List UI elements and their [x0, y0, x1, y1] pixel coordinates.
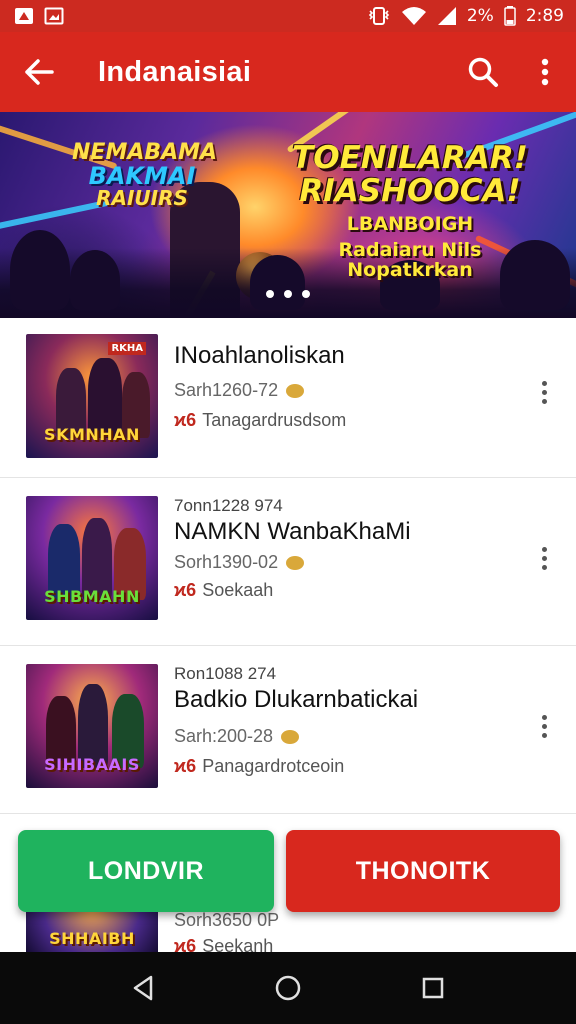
item-more-button[interactable]: [532, 538, 556, 578]
list-item[interactable]: RKHA SKMNHAN INoahlanoliskan Sarh1260-72…: [0, 318, 576, 478]
more-dot: [541, 564, 547, 570]
primary-action-button[interactable]: LONDVIR: [18, 830, 274, 912]
carousel-indicator[interactable]: [0, 290, 576, 298]
battery-percent: 2%: [466, 6, 494, 26]
item-code: Sarh:200-28: [174, 726, 274, 746]
tag-text: Tanagardrusdsom: [202, 410, 347, 430]
item-title: NAMKN WanbaKhaMi: [174, 518, 411, 545]
item-subtitle: Sorh1390-02: [174, 552, 305, 573]
wifi-icon: [401, 6, 427, 26]
thumb-logo: SIHIBAAIS: [44, 755, 140, 774]
medal-icon: [286, 555, 305, 570]
medal-icon: [286, 383, 305, 398]
signal-icon: [437, 6, 457, 26]
status-left: [14, 7, 64, 25]
gallery-icon: [44, 7, 64, 25]
nav-back-button[interactable]: [113, 958, 173, 1018]
overflow-menu-icon: [541, 58, 549, 86]
more-dot: [541, 555, 547, 561]
page-title: Indanaisiai: [98, 55, 252, 88]
item-tag: ϰ6 Panagardrotceoin: [174, 756, 344, 777]
vibrate-icon: [367, 7, 391, 25]
banner-right-line-3: LBANBOIGH: [346, 213, 474, 236]
list-item[interactable]: SHBMAHN 7onn1228 974 NAMKN WanbaKhaMi So…: [0, 478, 576, 646]
item-tag: ϰ6 Tanagardrusdsom: [174, 410, 346, 431]
search-button[interactable]: [452, 32, 514, 112]
banner-right-heading: TOENILARAR! RIASHOOCA! LBANBOIGH Radaiar…: [290, 142, 530, 281]
banner-left-heading: NEMABAMA BAKMAI RAIUIRS: [72, 140, 218, 210]
crowd-head: [10, 230, 70, 310]
overflow-menu-button[interactable]: [514, 32, 576, 112]
more-dot: [541, 714, 547, 720]
thumb-logo: SHHAIBH: [49, 929, 135, 948]
banner-right-line-4: Radaiaru Nils Nopatkrkan: [338, 239, 482, 281]
more-dot: [541, 723, 547, 729]
list-item[interactable]: SIHIBAAIS Ron1088 274 Badkio Dlukarnbati…: [0, 646, 576, 814]
item-more-button[interactable]: [532, 372, 556, 412]
item-subtitle: Sarh1260-72: [174, 380, 305, 401]
tag-mark: ϰ6: [174, 410, 197, 430]
event-thumbnail: SIHIBAAIS: [26, 664, 158, 788]
nav-home-icon: [275, 975, 301, 1001]
banner-left-line-2: BAKMAI: [88, 162, 196, 190]
item-title: Badkio Dlukarnbatickai: [174, 686, 419, 713]
back-button[interactable]: [0, 32, 78, 112]
carousel-dot[interactable]: [284, 290, 292, 298]
more-dot: [541, 389, 547, 395]
search-icon: [468, 57, 498, 87]
nav-home-button[interactable]: [258, 958, 318, 1018]
screen: 2% 2:89 Indanaisiai NEMABAMA BAKMAI RAIU…: [0, 0, 576, 1024]
medal-icon: [281, 729, 300, 744]
nav-recents-icon: [423, 977, 444, 999]
app-bar: Indanaisiai: [0, 32, 576, 112]
status-bar: 2% 2:89: [0, 0, 576, 32]
item-code: Sarh1260-72: [174, 380, 279, 400]
system-nav-bar: [0, 952, 576, 1024]
carousel-dot[interactable]: [266, 290, 274, 298]
crowd-head: [70, 250, 120, 310]
nav-recents-button[interactable]: [403, 958, 463, 1018]
carousel-dot[interactable]: [302, 290, 310, 298]
item-subtitle: Sarh:200-28: [174, 726, 300, 747]
item-more-button[interactable]: [532, 706, 556, 746]
item-meta: Ron1088 274: [174, 664, 277, 683]
thumb-logo: SKMNHAN: [44, 425, 140, 444]
event-thumbnail: SHBMAHN: [26, 496, 158, 620]
more-dot: [541, 398, 547, 404]
item-code: Sorh3650 0P: [174, 910, 280, 930]
item-meta: 7onn1228 974: [174, 496, 283, 515]
clock: 2:89: [525, 6, 564, 26]
status-right: 2% 2:89: [367, 6, 564, 26]
item-code: Sorh1390-02: [174, 552, 279, 572]
event-thumbnail: RKHA SKMNHAN: [26, 334, 158, 458]
tag-mark: ϰ6: [174, 580, 197, 600]
thumb-badge: RKHA: [108, 342, 146, 355]
banner-left-line-1: NEMABAMA: [72, 140, 218, 165]
nav-back-icon: [133, 975, 152, 1001]
secondary-action-button[interactable]: THONOITK: [286, 830, 560, 912]
tag-text: Soekaah: [202, 580, 274, 600]
banner-right-line-2: RIASHOOCA!: [299, 172, 521, 209]
item-tag: ϰ6 Soekaah: [174, 580, 273, 601]
promo-banner[interactable]: NEMABAMA BAKMAI RAIUIRS TOENILARAR! RIAS…: [0, 112, 576, 318]
more-dot: [541, 546, 547, 552]
thumb-logo: SHBMAHN: [44, 587, 140, 606]
item-title: INoahlanoliskan: [174, 342, 345, 369]
tag-text: Panagardrotceoin: [202, 756, 345, 776]
banner-left-line-3: RAIUIRS: [96, 186, 188, 210]
more-dot: [541, 380, 547, 386]
item-subtitle: Sorh3650 0P: [174, 910, 279, 931]
app-icon: [14, 7, 34, 25]
battery-icon: [504, 6, 516, 26]
more-dot: [541, 732, 547, 738]
back-arrow-icon: [25, 59, 54, 85]
banner-right-line-1: TOENILARAR!: [292, 140, 528, 176]
tag-mark: ϰ6: [174, 756, 197, 776]
